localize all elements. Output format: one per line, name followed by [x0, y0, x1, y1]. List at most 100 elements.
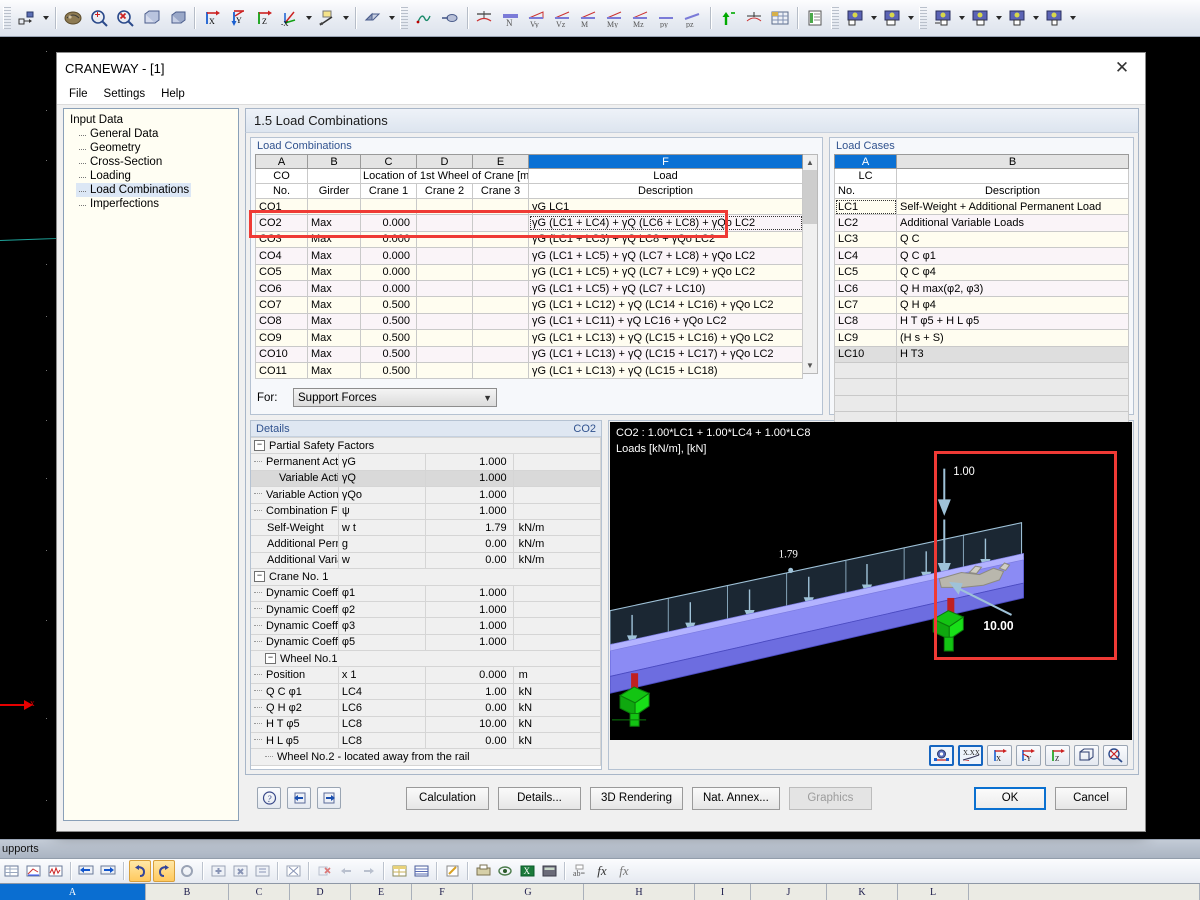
col-letter-d[interactable]: D — [416, 154, 473, 169]
dropdown-arrow-icon[interactable] — [303, 6, 314, 30]
toolbar-grip[interactable] — [919, 7, 927, 29]
load-combinations-table[interactable]: A B C D E F CO Location of 1st Wheel of … — [255, 154, 804, 380]
dropdown-arrow-icon[interactable] — [905, 6, 916, 30]
cell-girder[interactable]: Max — [307, 329, 361, 347]
cell-crane2[interactable] — [416, 296, 473, 314]
grid-yellow-icon[interactable] — [389, 861, 409, 881]
cell-crane3[interactable] — [472, 345, 529, 363]
tree-collapse-icon[interactable]: − — [254, 571, 265, 583]
dropdown-arrow-icon[interactable] — [1067, 6, 1078, 30]
main-toolbar[interactable]: X Y Z -X N Vy Vz M My Mz py pz — [0, 0, 1200, 37]
cell-girder[interactable]: Max — [307, 279, 361, 298]
delete-row-icon[interactable] — [230, 861, 250, 881]
sheet-tab-g[interactable]: G — [473, 884, 584, 900]
view-y-icon[interactable]: Y — [226, 6, 250, 30]
toolbar-grip[interactable] — [831, 7, 839, 29]
cell-crane1[interactable]: 0.000 — [360, 263, 417, 281]
cell-desc[interactable]: γG (LC1 + LC13) + γQ (LC15 + LC16) + γQo… — [527, 329, 804, 347]
tree-collapse-icon[interactable]: − — [265, 653, 276, 665]
col-letter-e[interactable]: E — [472, 154, 529, 169]
section-icon[interactable] — [438, 6, 462, 30]
sheet-tab-k[interactable]: K — [827, 884, 898, 900]
cell-crane3[interactable] — [472, 214, 529, 232]
cell-crane2[interactable] — [416, 312, 473, 331]
sheet-tab-l[interactable]: L — [898, 884, 969, 900]
cell-lc[interactable]: LC4 — [834, 247, 897, 265]
cell-co[interactable]: CO1 — [255, 197, 308, 216]
render-icon[interactable] — [61, 6, 85, 30]
details-value[interactable]: 0.00 — [425, 732, 514, 750]
sidebar-item-imperfections[interactable]: Imperfections — [76, 197, 161, 211]
cell-desc[interactable]: Q H φ4 — [896, 296, 1129, 314]
cell-girder[interactable]: Max — [307, 312, 361, 331]
details-value[interactable]: 0.00 — [425, 551, 514, 570]
excel-icon[interactable]: X — [517, 861, 537, 881]
sheet-tab-b[interactable]: B — [146, 884, 229, 900]
cell-crane1[interactable]: 0.500 — [360, 296, 417, 314]
prev-window-icon[interactable] — [287, 787, 311, 809]
dropdown-arrow-icon[interactable] — [993, 6, 1004, 30]
details-value[interactable]: 10.00 — [425, 715, 514, 734]
toolbar-grip[interactable] — [3, 7, 11, 29]
move-left-icon[interactable] — [336, 861, 356, 881]
details-table[interactable]: −Partial Safety Factors Permanent Action… — [251, 436, 602, 766]
cell-co[interactable]: CO4 — [255, 247, 308, 265]
cell-girder[interactable]: Max — [307, 247, 361, 265]
redo-icon[interactable] — [153, 860, 175, 882]
cell-crane2[interactable] — [416, 247, 473, 265]
cell-desc[interactable]: H T3 — [896, 345, 1129, 363]
viewport-toolbar[interactable]: X.XX X -Y Z — [609, 741, 1133, 769]
cell-desc[interactable]: γG (LC1 + LC13) + γQ (LC15 + LC18) — [527, 361, 804, 380]
cell-desc[interactable]: γG (LC1 + LC11) + γQ LC16 + γQo LC2 — [527, 312, 804, 331]
next-table-icon[interactable] — [98, 861, 118, 881]
prev-table-icon[interactable] — [76, 861, 96, 881]
sheet-tab-c[interactable]: C — [229, 884, 290, 900]
sheet-tab-i[interactable]: I — [695, 884, 751, 900]
cell-desc[interactable]: γG (LC1 + LC3) + γQ LC8 + γQo LC2 — [527, 230, 804, 249]
light-icon[interactable] — [315, 6, 339, 30]
cell-crane2[interactable] — [416, 263, 473, 281]
tree-collapse-icon[interactable]: − — [254, 440, 265, 452]
shear-vz-icon[interactable]: Vz — [551, 6, 575, 30]
cell-crane1[interactable]: 0.000 — [360, 214, 417, 232]
cell-desc[interactable]: γG (LC1 + LC5) + γQ (LC7 + LC10) — [527, 279, 804, 298]
dropdown-arrow-icon[interactable] — [1030, 6, 1041, 30]
cell-crane2[interactable] — [416, 329, 473, 347]
details-value[interactable]: 1.000 — [425, 502, 514, 520]
cell-crane3[interactable] — [472, 296, 529, 314]
view-icon[interactable] — [495, 861, 515, 881]
cell-crane2[interactable] — [416, 230, 473, 249]
nav-root-input-data[interactable]: Input Data — [68, 113, 238, 127]
dropdown-arrow-icon[interactable] — [386, 6, 397, 30]
delete-col-icon[interactable] — [314, 861, 334, 881]
cell-crane3[interactable] — [472, 361, 529, 380]
window-preset-1-icon[interactable] — [843, 6, 867, 30]
scroll-up-icon[interactable]: ▲ — [803, 155, 817, 170]
scroll-down-icon[interactable]: ▼ — [803, 358, 817, 373]
cell-desc[interactable]: Self-Weight + Additional Permanent Load — [896, 197, 1129, 216]
load-combinations-scrollbar[interactable]: ▲ ▼ — [803, 154, 818, 374]
cancel-button[interactable]: Cancel — [1055, 786, 1127, 810]
cell-crane3[interactable] — [472, 263, 529, 281]
view-z-icon[interactable]: Z — [252, 6, 276, 30]
chart-icon[interactable] — [23, 861, 43, 881]
cell-desc[interactable]: (H s + S) — [896, 329, 1129, 347]
sheet-tab-h[interactable]: H — [584, 884, 695, 900]
deform-icon[interactable] — [412, 6, 436, 30]
cell-crane1[interactable] — [360, 197, 417, 216]
cell-co[interactable]: CO10 — [255, 345, 308, 363]
cell-lc[interactable]: LC8 — [834, 312, 897, 331]
cell-lc[interactable]: LC1 — [834, 197, 897, 216]
for-select[interactable]: Support Forces ▼ — [293, 388, 497, 408]
pz-icon[interactable]: pz — [681, 6, 705, 30]
cell-crane3[interactable] — [472, 197, 529, 216]
undo-icon[interactable] — [129, 860, 151, 882]
cell-desc[interactable]: Q C φ4 — [896, 263, 1129, 281]
cell-lc[interactable]: LC5 — [834, 263, 897, 281]
window-preset-3-icon[interactable] — [931, 6, 955, 30]
refresh-icon[interactable] — [177, 861, 197, 881]
result-diagram-icon[interactable] — [742, 6, 766, 30]
navigation-tree[interactable]: Input Data General Data Geometry Cross-S… — [63, 108, 239, 821]
printout-report-icon[interactable] — [803, 6, 827, 30]
cell-girder[interactable] — [307, 197, 361, 216]
